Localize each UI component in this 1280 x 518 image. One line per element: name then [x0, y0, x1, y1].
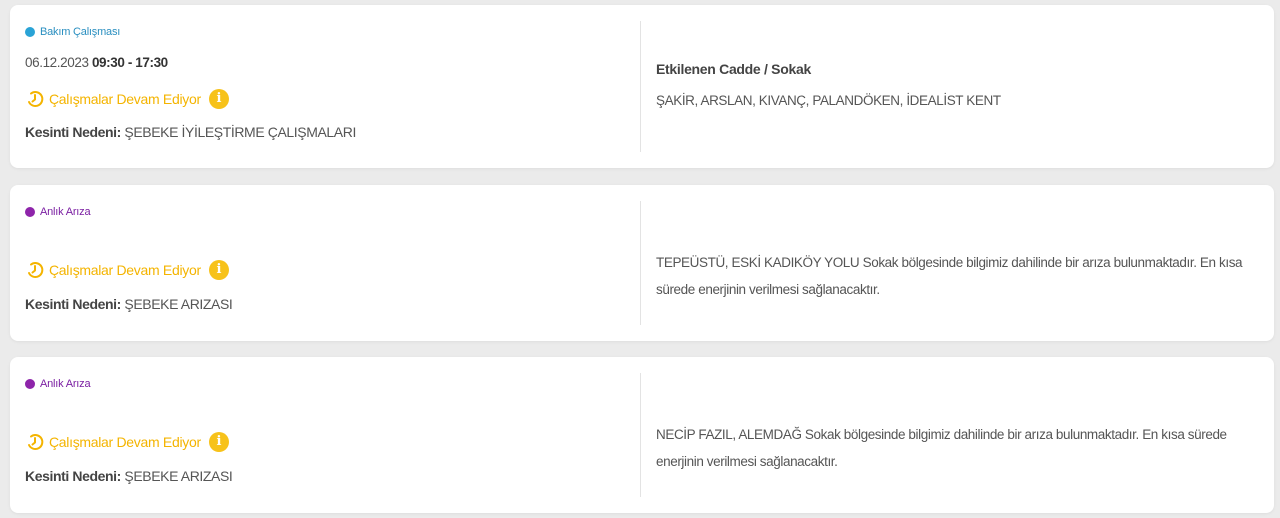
outage-reason: Kesinti Nedeni: ŞEBEKE İYİLEŞTİRME ÇALIŞ… — [25, 124, 356, 140]
outage-details: NECİP FAZIL, ALEMDAĞ Sokak bölgesinde bi… — [656, 357, 1258, 513]
clock-progress-icon — [28, 262, 44, 278]
info-icon[interactable]: i — [208, 260, 229, 280]
outage-time: 09:30 - 17:30 — [91, 55, 168, 70]
outage-type: Bakım Çalışması — [25, 26, 120, 38]
outage-type: Anlık Arıza — [25, 206, 91, 218]
outage-type-label: Bakım Çalışması — [40, 26, 121, 38]
outage-status-label: Çalışmalar Devam Ediyor — [49, 434, 201, 450]
outage-summary: Bakım Çalışması 06.12.2023 09:30 - 17:30… — [25, 5, 625, 168]
affected-streets-title: Etkilenen Cadde / Sokak — [656, 61, 811, 77]
outage-type-label: Anlık Arıza — [40, 206, 91, 218]
outage-reason-value: ŞEBEKE İYİLEŞTİRME ÇALIŞMALARI — [124, 124, 356, 140]
outage-status-label: Çalışmalar Devam Ediyor — [49, 91, 201, 107]
outage-reason-label: Kesinti Nedeni: — [25, 468, 121, 484]
outage-reason-label: Kesinti Nedeni: — [25, 124, 121, 140]
outage-summary: Anlık Arıza Çalışmalar Devam Ediyor i Ke… — [25, 357, 625, 513]
card-divider — [640, 373, 641, 497]
card-divider — [640, 21, 641, 152]
outage-datetime: 06.12.2023 09:30 - 17:30 — [25, 55, 168, 70]
outage-reason-value: ŞEBEKE ARIZASI — [124, 296, 233, 312]
fault-description: NECİP FAZIL, ALEMDAĞ Sokak bölgesinde bi… — [656, 427, 1227, 469]
card-divider — [640, 201, 641, 325]
info-icon[interactable]: i — [208, 89, 229, 109]
outage-reason: Kesinti Nedeni: ŞEBEKE ARIZASI — [25, 296, 233, 312]
outage-type-label: Anlık Arıza — [40, 378, 91, 390]
outage-card: Bakım Çalışması 06.12.2023 09:30 - 17:30… — [10, 5, 1274, 168]
outage-reason-label: Kesinti Nedeni: — [25, 296, 121, 312]
clock-progress-icon — [28, 91, 44, 107]
outage-details: Etkilenen Cadde / Sokak ŞAKİR, ARSLAN, K… — [656, 5, 1258, 168]
outage-status: Çalışmalar Devam Ediyor i — [25, 89, 229, 109]
outage-status: Çalışmalar Devam Ediyor i — [25, 260, 229, 280]
outage-status: Çalışmalar Devam Ediyor i — [25, 432, 229, 452]
outage-status-label: Çalışmalar Devam Ediyor — [49, 262, 201, 278]
outage-card: Anlık Arıza Çalışmalar Devam Ediyor i Ke… — [10, 185, 1274, 341]
outage-reason: Kesinti Nedeni: ŞEBEKE ARIZASI — [25, 468, 233, 484]
outage-type: Anlık Arıza — [25, 378, 91, 390]
affected-streets-list: ŞAKİR, ARSLAN, KIVANÇ, PALANDÖKEN, İDEAL… — [656, 93, 1001, 108]
fault-dot-icon — [25, 207, 35, 217]
maintenance-dot-icon — [25, 27, 35, 37]
outage-summary: Anlık Arıza Çalışmalar Devam Ediyor i Ke… — [25, 185, 625, 341]
outage-details: TEPEÜSTÜ, ESKİ KADIKÖY YOLU Sokak bölges… — [656, 185, 1258, 341]
outage-card: Anlık Arıza Çalışmalar Devam Ediyor i Ke… — [10, 357, 1274, 513]
clock-progress-icon — [28, 434, 44, 450]
outage-reason-value: ŞEBEKE ARIZASI — [124, 468, 233, 484]
info-icon[interactable]: i — [208, 432, 229, 452]
fault-dot-icon — [25, 379, 35, 389]
outage-date: 06.12.2023 — [25, 55, 89, 70]
fault-description: TEPEÜSTÜ, ESKİ KADIKÖY YOLU Sokak bölges… — [656, 255, 1243, 297]
